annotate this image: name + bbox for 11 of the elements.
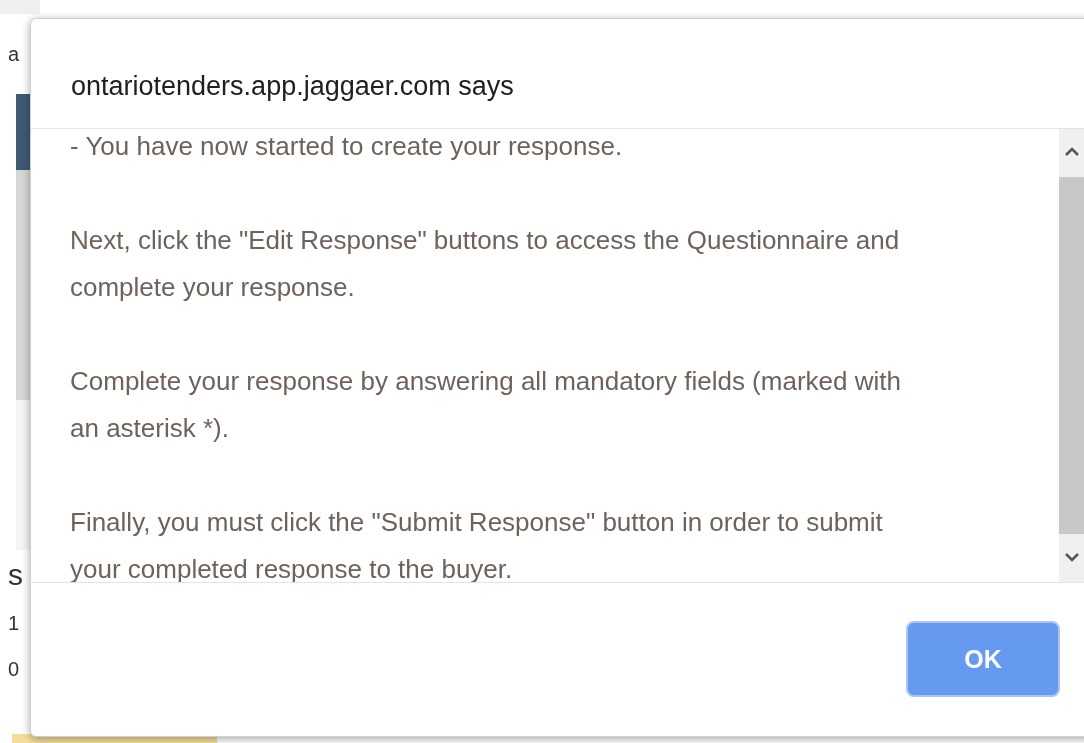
dialog-message: - You have now started to create your response.: [70, 130, 624, 163]
ok-button[interactable]: OK: [906, 621, 1060, 697]
page-heading: s: [7, 557, 24, 593]
page-text: a: [7, 42, 21, 67]
dialog-message: Complete your response by answering all mandatory fields (marked with an asterisk *).: [70, 365, 902, 445]
dialog-title: ontariotenders.app.jaggaer.com says: [31, 19, 1084, 129]
page-text: 0: [7, 657, 21, 682]
scrollbar[interactable]: [1059, 129, 1084, 582]
scroll-thumb[interactable]: [1059, 177, 1084, 534]
page-text: 1: [7, 611, 21, 636]
dialog-message: Next, click the "Edit Response" buttons to access the Questionnaire and complete your response.: [70, 224, 901, 304]
